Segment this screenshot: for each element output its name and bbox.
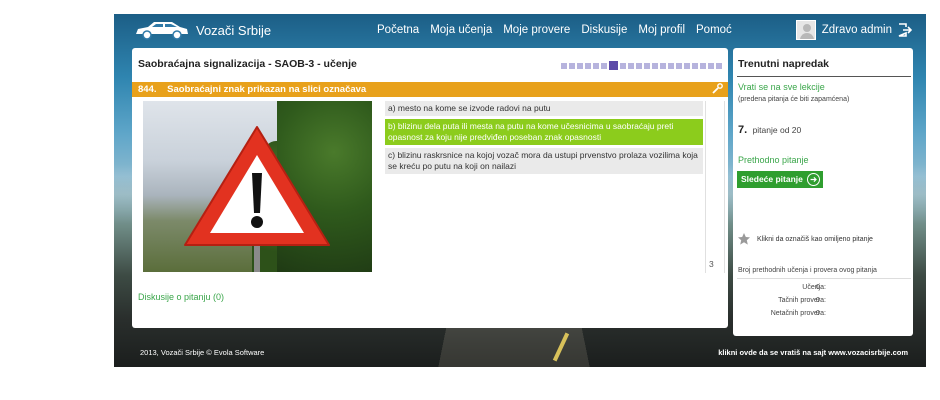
stat-value: 0 [816, 284, 820, 291]
page-number: 3 [709, 259, 714, 269]
answer-option[interactable]: b) blizinu dela puta ili mesta na putu n… [385, 119, 703, 145]
back-to-lessons-link[interactable]: Vrati se na sve lekcije [738, 82, 825, 92]
question-number: 844. [138, 84, 157, 95]
nav-my-learning[interactable]: Moja učenja [427, 23, 495, 37]
progress-square[interactable] [628, 63, 634, 69]
question-image [143, 101, 372, 272]
lesson-title: Saobraćajna signalizacija - SAOB-3 - uče… [138, 58, 357, 70]
progress-divider [737, 76, 911, 77]
progress-square[interactable] [684, 63, 690, 69]
progress-square[interactable] [601, 63, 607, 69]
progress-square[interactable] [652, 63, 658, 69]
app-window: Vozači Srbije Početna Moja učenja Moje p… [114, 14, 926, 367]
back-note: (predena pitanja će biti zapamćena) [738, 96, 850, 103]
question-progress [561, 61, 722, 70]
favorite-label: Klikni da označiš kao omiljeno pitanje [757, 235, 873, 243]
progress-square[interactable] [716, 63, 722, 69]
car-icon [136, 22, 188, 40]
progress-square[interactable] [668, 63, 674, 69]
stats-label: Broj prethodnih učenja i provera ovog pi… [738, 267, 877, 274]
top-bar: Vozači Srbije Početna Moja učenja Moje p… [114, 14, 926, 48]
wrench-icon[interactable] [712, 83, 723, 94]
progress-square[interactable] [708, 63, 714, 69]
user-greeting: Zdravo admin [821, 24, 892, 36]
avatar-body [799, 33, 814, 39]
progress-square[interactable] [636, 63, 642, 69]
app-name: Vozači Srbije [196, 22, 272, 38]
nav-my-tests[interactable]: Moje provere [500, 23, 573, 37]
stat-value: 0 [816, 297, 820, 304]
progress-square[interactable] [660, 63, 666, 69]
question-counter: 7. pitanje od 20 [738, 124, 801, 136]
nav-discussions[interactable]: Diskusije [578, 23, 630, 37]
logo[interactable]: Vozači Srbije [134, 20, 271, 40]
answer-option[interactable]: a) mesto na kome se izvode radovi na put… [385, 101, 703, 116]
answers-scrollbar[interactable] [705, 101, 725, 273]
nav-help[interactable]: Pomoć [693, 23, 735, 37]
next-question-button[interactable]: Sledeće pitanje [737, 171, 823, 188]
star-icon [738, 233, 750, 245]
progress-square[interactable] [620, 63, 626, 69]
current-question-number: 7. [738, 124, 748, 136]
previous-question-link[interactable]: Prethodno pitanje [738, 155, 809, 165]
progress-title: Trenutni napredak [738, 58, 830, 70]
question-bar: 844. Saobraćajni znak prikazan na slici … [132, 82, 728, 97]
stats-divider [737, 278, 911, 279]
discussion-link[interactable]: Diskusije o pitanju (0) [138, 292, 224, 302]
progress-square[interactable] [676, 63, 682, 69]
question-text: Saobraćajni znak prikazan na slici označ… [167, 84, 367, 95]
progress-square[interactable] [569, 63, 575, 69]
nav-my-profile[interactable]: Moj profil [635, 23, 688, 37]
progress-square[interactable] [577, 63, 583, 69]
stat-label: Učenja: [802, 284, 826, 291]
answer-list: a) mesto na kome se izvode radovi na put… [385, 101, 703, 177]
question-of-label: pitanje od 20 [752, 125, 802, 135]
stat-value: 0 [816, 310, 820, 317]
footer-copyright: 2013, Vozači Srbije © Evola Software [140, 348, 265, 357]
avatar[interactable] [795, 20, 816, 40]
user-box: Zdravo admin [795, 20, 912, 40]
warning-triangle-icon [184, 126, 330, 246]
footer-site-link[interactable]: klikni ovde da se vratiš na sajt www.voz… [718, 348, 908, 357]
arrow-right-circle-icon [807, 173, 820, 186]
question-panel: Saobraćajna signalizacija - SAOB-3 - uče… [132, 48, 728, 328]
next-question-label: Sledeće pitanje [741, 174, 803, 184]
nav-home[interactable]: Početna [374, 23, 422, 37]
logout-icon[interactable] [898, 23, 912, 37]
avatar-head [802, 24, 811, 32]
main-nav: Početna Moja učenja Moje provere Diskusi… [374, 23, 735, 37]
progress-square[interactable] [692, 63, 698, 69]
progress-square[interactable] [585, 63, 591, 69]
progress-square[interactable] [561, 63, 567, 69]
progress-square[interactable] [644, 63, 650, 69]
favorite-toggle[interactable]: Klikni da označiš kao omiljeno pitanje [737, 232, 873, 246]
progress-square[interactable] [700, 63, 706, 69]
progress-panel: Trenutni napredak Vrati se na sve lekcij… [733, 48, 913, 336]
progress-square[interactable] [593, 63, 599, 69]
answer-option[interactable]: c) blizinu raskrsnice na kojoj vozač mor… [385, 148, 703, 174]
progress-square-current[interactable] [609, 61, 618, 70]
